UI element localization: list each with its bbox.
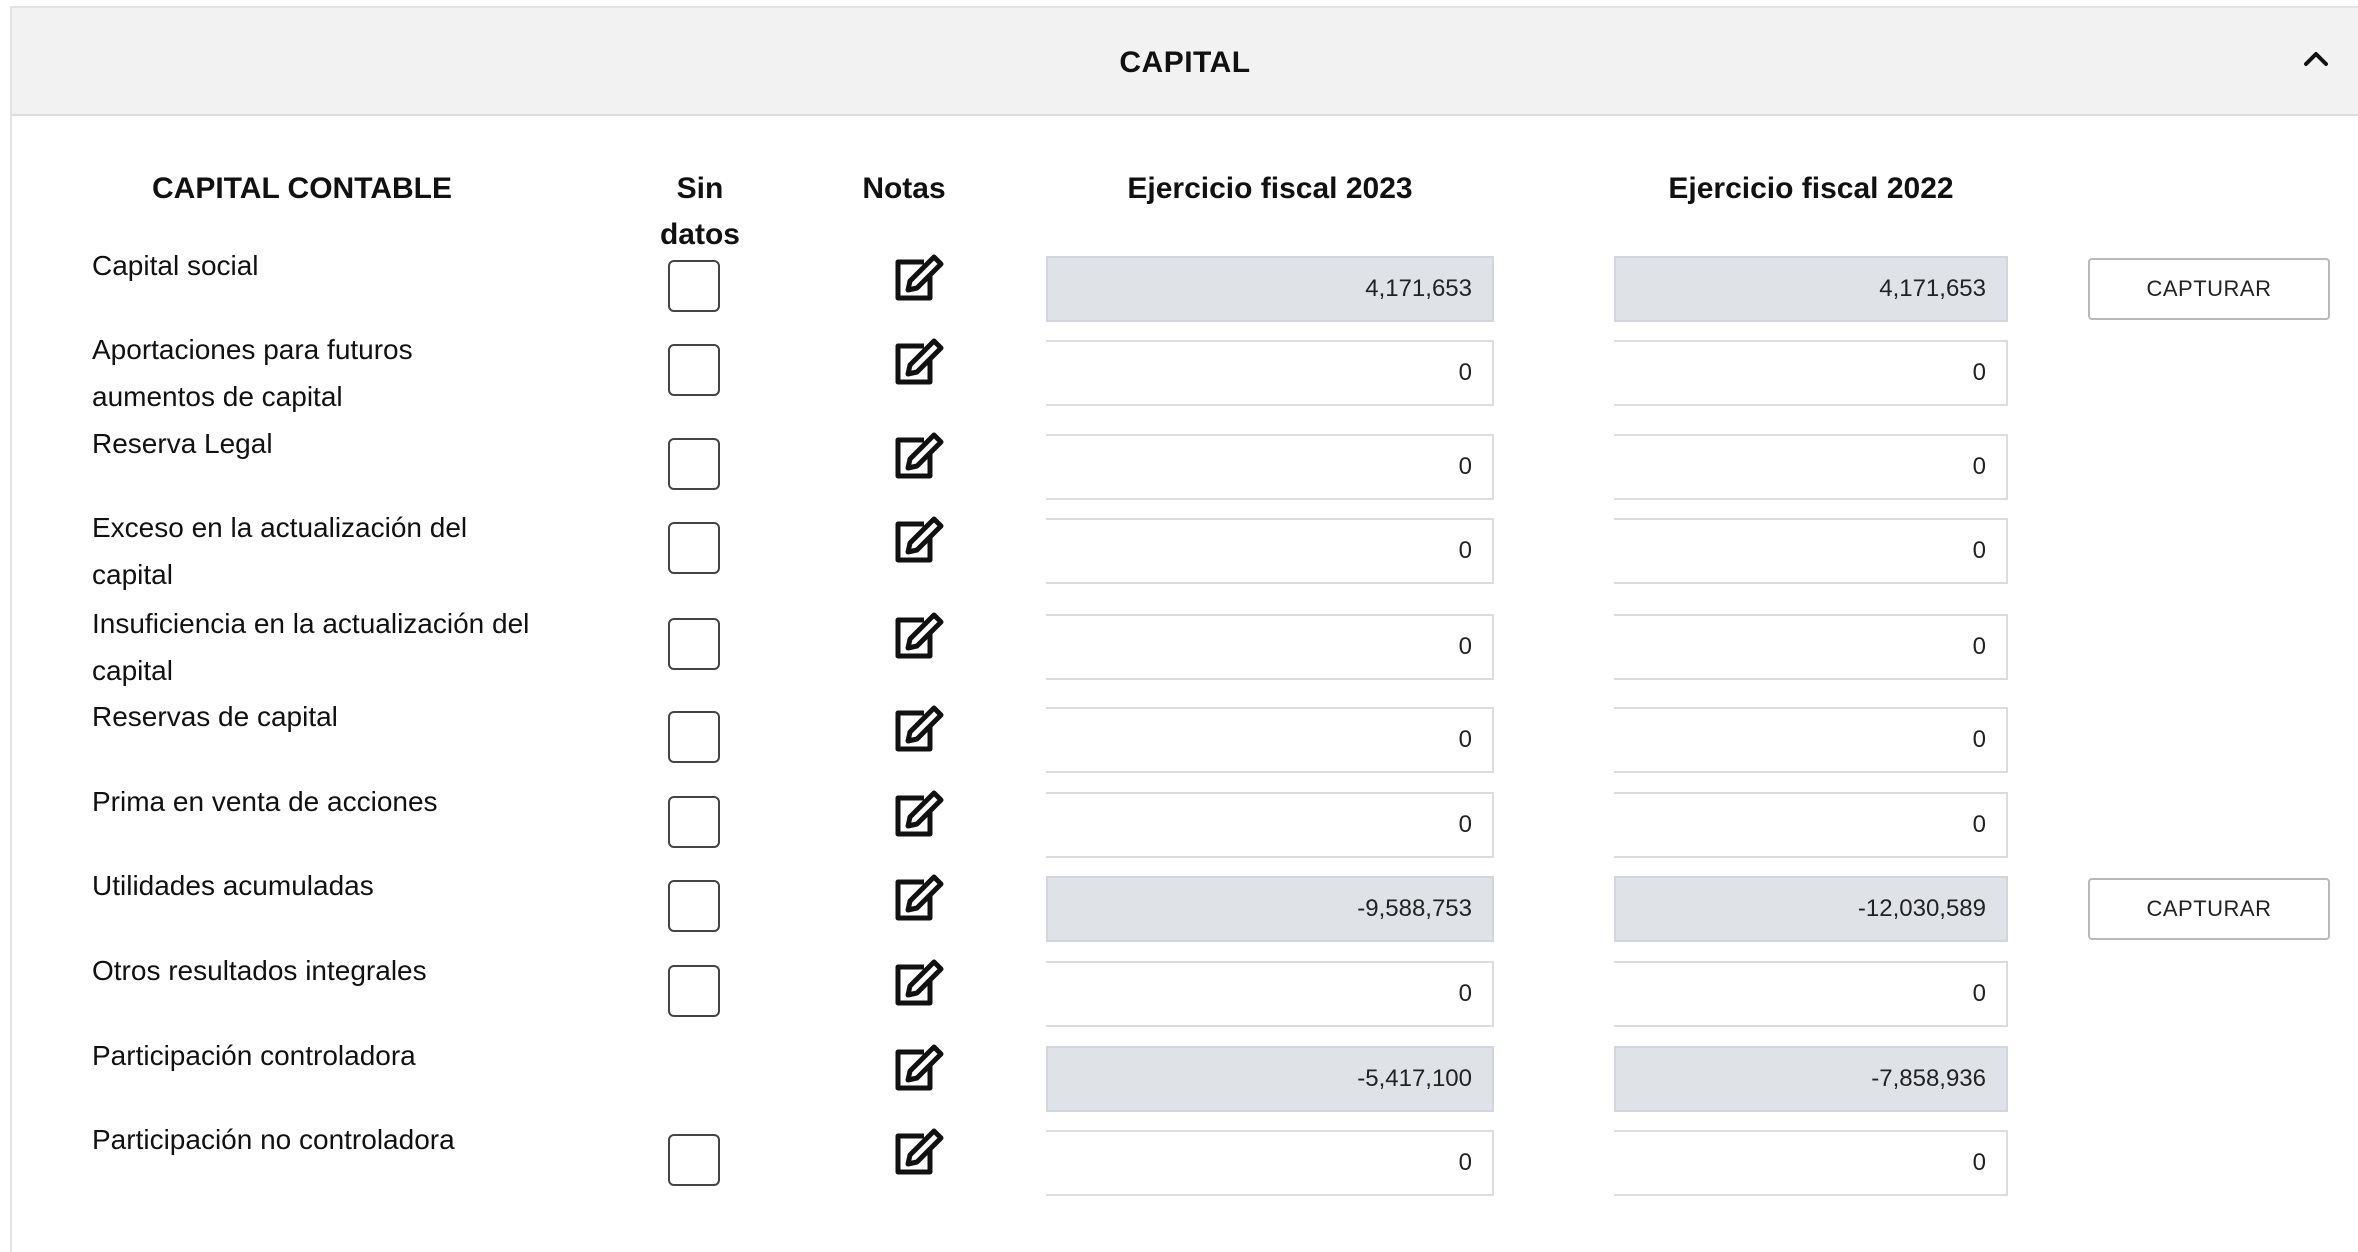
- edit-note-icon[interactable]: [890, 432, 944, 484]
- amount-2023-field[interactable]: [1046, 614, 1494, 680]
- edit-note-icon[interactable]: [890, 612, 944, 664]
- amount-2022-field[interactable]: [1614, 256, 2008, 322]
- column-header-year-2023: Ejercicio fiscal 2023: [1127, 172, 1413, 205]
- no-data-checkbox[interactable]: [668, 438, 720, 490]
- row-label: Utilidades acumuladas: [92, 870, 374, 901]
- amount-2023-field[interactable]: [1046, 256, 1494, 322]
- row-label: Participación no controladora: [92, 1124, 455, 1155]
- row-label: Reserva Legal: [92, 428, 273, 459]
- edit-note-icon[interactable]: [890, 959, 944, 1011]
- amount-2023-field[interactable]: [1046, 792, 1494, 858]
- pencil-icon: [895, 338, 944, 385]
- edit-note-icon[interactable]: [890, 1044, 944, 1096]
- edit-note-icon[interactable]: [890, 338, 944, 390]
- column-header-no-data: Sin datos: [659, 172, 740, 251]
- amount-2023-field[interactable]: [1046, 961, 1494, 1027]
- no-data-checkbox[interactable]: [668, 522, 720, 574]
- capture-button[interactable]: CAPTURAR: [2088, 878, 2330, 940]
- amount-2022-field[interactable]: [1614, 518, 2008, 584]
- panel-title: CAPITAL: [1119, 46, 1251, 79]
- amount-2022-field[interactable]: [1614, 876, 2008, 942]
- pencil-icon: [895, 254, 944, 301]
- panel-header[interactable]: CAPITAL: [12, 8, 2358, 116]
- row-label: Exceso en la actualización del capital: [92, 512, 468, 590]
- row-label: Reservas de capital: [92, 701, 338, 732]
- pencil-icon: [895, 790, 944, 837]
- amount-2022-field[interactable]: [1614, 707, 2008, 773]
- no-data-checkbox[interactable]: [668, 711, 720, 763]
- amount-2022-field[interactable]: [1614, 614, 2008, 680]
- amount-2022-field[interactable]: [1614, 961, 2008, 1027]
- amount-2022-field[interactable]: [1614, 434, 2008, 500]
- amount-2023-field[interactable]: [1046, 518, 1494, 584]
- amount-2023-field[interactable]: [1046, 434, 1494, 500]
- no-data-checkbox[interactable]: [668, 796, 720, 848]
- page: CAPITAL CAPITAL CONTABLE Sin datos Notas…: [0, 0, 2358, 1252]
- chevron-up-icon: [2304, 52, 2328, 66]
- pencil-icon: [895, 1128, 944, 1175]
- edit-note-icon[interactable]: [890, 1128, 944, 1180]
- edit-note-icon[interactable]: [890, 705, 944, 757]
- pencil-icon: [895, 705, 944, 752]
- amount-2023-field[interactable]: [1046, 876, 1494, 942]
- amount-2022-field[interactable]: [1614, 1046, 2008, 1112]
- edit-note-icon[interactable]: [890, 516, 944, 568]
- row-label: Otros resultados integrales: [92, 955, 427, 986]
- column-header-concept: CAPITAL CONTABLE: [152, 172, 452, 205]
- no-data-checkbox[interactable]: [668, 344, 720, 396]
- no-data-checkbox[interactable]: [668, 260, 720, 312]
- no-data-checkbox[interactable]: [668, 965, 720, 1017]
- no-data-checkbox[interactable]: [668, 880, 720, 932]
- amount-2023-field[interactable]: [1046, 1130, 1494, 1196]
- edit-note-icon[interactable]: [890, 790, 944, 842]
- row-label: Aportaciones para futuros aumentos de ca…: [92, 334, 413, 412]
- edit-note-icon[interactable]: [890, 874, 944, 926]
- pencil-icon: [895, 612, 944, 659]
- collapse-button[interactable]: [2292, 34, 2340, 82]
- row-label: Participación controladora: [92, 1040, 416, 1071]
- amount-2022-field[interactable]: [1614, 792, 2008, 858]
- amount-2022-field[interactable]: [1614, 340, 2008, 406]
- no-data-checkbox[interactable]: [668, 618, 720, 670]
- pencil-icon: [895, 516, 944, 563]
- pencil-icon: [895, 1044, 944, 1091]
- capital-panel: CAPITAL CAPITAL CONTABLE Sin datos Notas…: [10, 6, 2358, 1252]
- amount-2022-field[interactable]: [1614, 1130, 2008, 1196]
- no-data-checkbox[interactable]: [668, 1134, 720, 1186]
- column-header-year-2022: Ejercicio fiscal 2022: [1668, 172, 1954, 205]
- amount-2023-field[interactable]: [1046, 340, 1494, 406]
- capture-button[interactable]: CAPTURAR: [2088, 258, 2330, 320]
- pencil-icon: [895, 874, 944, 921]
- pencil-icon: [895, 432, 944, 479]
- edit-note-icon[interactable]: [890, 254, 944, 306]
- row-label: Insuficiencia en la actualización del ca…: [92, 608, 530, 686]
- amount-2023-field[interactable]: [1046, 1046, 1494, 1112]
- row-label: Capital social: [92, 250, 259, 281]
- pencil-icon: [895, 959, 944, 1006]
- column-header-notes: Notas: [862, 172, 946, 205]
- row-label: Prima en venta de acciones: [92, 786, 438, 817]
- amount-2023-field[interactable]: [1046, 707, 1494, 773]
